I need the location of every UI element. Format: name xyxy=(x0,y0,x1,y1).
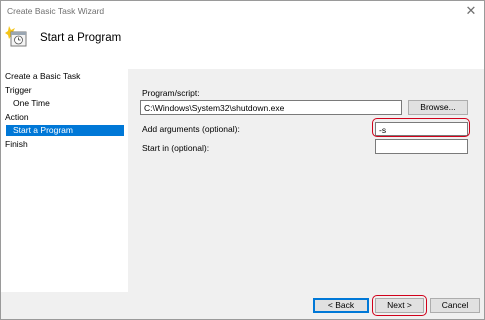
wizard-header xyxy=(0,22,485,68)
sidebar-item-one-time[interactable]: One Time xyxy=(13,98,50,109)
cancel-button[interactable]: Cancel xyxy=(430,298,480,313)
sidebar-item-action[interactable]: Action xyxy=(5,112,29,123)
annotation-highlight-next xyxy=(372,295,427,316)
sidebar-item-finish[interactable]: Finish xyxy=(5,139,28,150)
sidebar-item-create-basic-task[interactable]: Create a Basic Task xyxy=(5,71,80,82)
task-scheduler-icon xyxy=(4,24,28,48)
start-in-label: Start in (optional): xyxy=(142,143,210,153)
page-title: Start a Program xyxy=(40,32,122,44)
annotation-highlight-arguments xyxy=(372,118,470,137)
browse-button[interactable]: Browse... xyxy=(408,100,468,115)
close-icon[interactable]: ✕ xyxy=(462,3,480,19)
sidebar-item-start-a-program[interactable]: Start a Program xyxy=(13,125,73,136)
program-script-label: Program/script: xyxy=(142,88,200,98)
back-button[interactable]: < Back xyxy=(313,298,369,313)
sidebar-item-trigger[interactable]: Trigger xyxy=(5,85,32,96)
add-arguments-label: Add arguments (optional): xyxy=(142,124,240,134)
window-title: Create Basic Task Wizard xyxy=(7,6,105,16)
start-in-input[interactable] xyxy=(375,139,468,154)
program-script-input[interactable]: C:\Windows\System32\shutdown.exe xyxy=(140,100,402,115)
